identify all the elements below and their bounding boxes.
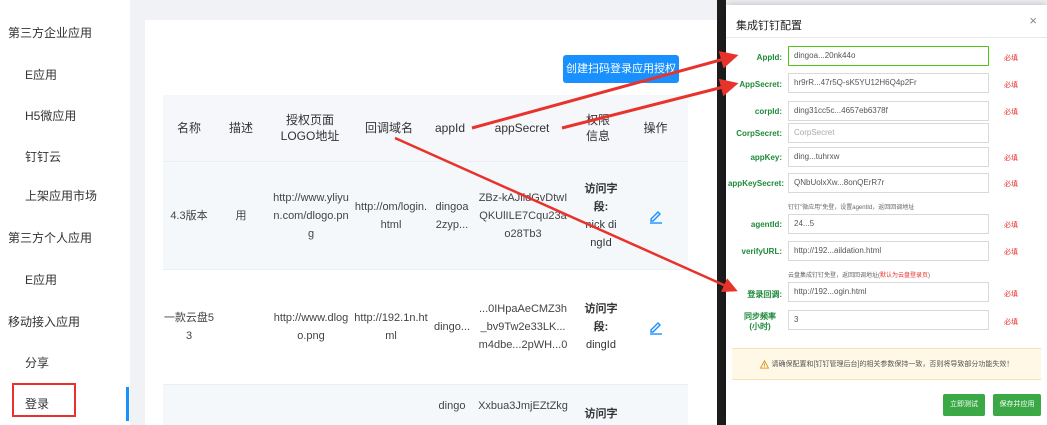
required-mark: 必填 [1004, 109, 1018, 116]
field-label-corpsecret: CorpSecret: [736, 129, 782, 138]
cell-appid: dingo [438, 400, 466, 412]
cell-desc [215, 270, 267, 384]
required-mark: 必填 [1004, 319, 1018, 326]
sidebar-item-app-market[interactable]: 上架应用市场 [0, 178, 130, 214]
cell-permissions: 访问字 [584, 408, 618, 420]
login-callback-field[interactable]: http://192...ogin.html [788, 282, 989, 302]
cell-desc: 用 [235, 209, 247, 222]
column-header-logo: 授权页面LOGO地址 [280, 113, 340, 143]
sidebar-item-share[interactable]: 分享 [0, 345, 130, 381]
sidebar-group-third-party-personal[interactable]: 第三方个人应用 [0, 220, 130, 256]
field-label-appsecret: AppSecret: [739, 80, 782, 89]
column-header-actions: 操作 [643, 121, 668, 135]
column-header-permissions: 权限信息 [585, 113, 610, 143]
appkeysecret-field[interactable]: QNbUolxXw...8onQErR7r [788, 173, 989, 193]
sync-frequency-field[interactable]: 3 [788, 310, 989, 330]
column-header-callback: 回调域名 [364, 121, 413, 135]
cell-appid: dingo... [433, 321, 471, 333]
permission-title: 访问字段: [584, 182, 618, 213]
warning-icon [759, 359, 769, 369]
required-mark: 必填 [1004, 155, 1018, 162]
appkey-field[interactable]: ding...tuhrxw [788, 147, 989, 167]
cell-appsecret: ...0IHpaAeCMZ3h_bv9Tw2e33LK...m4dbe...2p… [478, 303, 568, 351]
sidebar-item-h5-micro-app[interactable]: H5微应用 [0, 98, 130, 134]
hint-suffix: ) [928, 273, 931, 279]
required-mark: 必填 [1004, 291, 1018, 298]
corpid-field[interactable]: ding31cc5c...4657eb6378f [788, 101, 989, 121]
cell-callback: http://om/login.html [354, 200, 428, 231]
app-table: 名称 描述 授权页面LOGO地址 回调域名 appId appSecret 权限… [163, 95, 688, 425]
edit-icon[interactable] [648, 319, 664, 335]
active-item-indicator [126, 387, 129, 421]
table-header: 名称 描述 授权页面LOGO地址 回调域名 appId appSecret 权限… [163, 95, 688, 161]
table-row: 4.3版本 用 http://www.yliyun.com/dlogo.png … [163, 161, 688, 269]
warning-banner: 请确保配置和[钉钉管理后台]的相关参数保持一致，否则将导致部分功能失效！ [732, 348, 1041, 380]
required-mark: 必填 [1004, 222, 1018, 229]
sidebar-item-dingtalk-cloud[interactable]: 钉钉云 [0, 139, 130, 175]
table-row: 一款云盘53 http://www.dlogo.png http://192.1… [163, 269, 688, 384]
warning-text: 请确保配置和[钉钉管理后台]的相关参数保持一致，否则将导致部分功能失效！ [771, 361, 1014, 368]
cell-permissions: 访问字段: dingId [583, 270, 619, 384]
dialog-divider [726, 37, 1047, 38]
create-scan-login-app-button[interactable]: 创建扫码登录应用授权 [563, 55, 679, 83]
field-label-corpid: corpId: [754, 107, 782, 116]
default-login-page-link[interactable]: 默认为云盘登录页 [880, 273, 928, 279]
cell-logo-url: http://www.yliyun.com/dlogo.png [273, 191, 349, 240]
sidebar-item-e-app[interactable]: E应用 [0, 57, 130, 93]
test-now-button[interactable]: 立即测试 [943, 394, 985, 416]
cell-logo-url: http://www.dlogo.png [273, 312, 349, 342]
cell-appid: dingoa2zyp... [435, 200, 469, 231]
cell-appsecret: ZBz-kAJildGvDtwIQKUlILE7Cqu23ao28Tb3 [478, 191, 568, 240]
required-mark: 必填 [1004, 55, 1018, 62]
agentid-hint: 钉钉"微应用"免登，设置agentId，返回回调地址 [788, 205, 915, 211]
field-label-login-callback: 登录回调: [747, 290, 782, 299]
cell-appsecret: Xxbua3JmjEZtZkg [478, 400, 568, 412]
dingtalk-config-dialog: 集成钉钉配置 × AppId: dingoa...20nk44o 必填 AppS… [726, 5, 1047, 425]
field-label-appkeysecret: appKeySecret: [727, 179, 784, 188]
agentid-field[interactable]: 24...5 [788, 214, 989, 234]
hint-prefix: 云盘集成钉钉免登，返回回调地址( [788, 273, 880, 279]
cell-permissions: 访问字段: nick dingId [583, 162, 619, 269]
login-callback-hint: 云盘集成钉钉免登，返回回调地址(默认为云盘登录页) [788, 270, 930, 279]
field-label-sync-frequency: 同步频率(小时) [744, 312, 776, 331]
sidebar: 第三方企业应用 E应用 H5微应用 钉钉云 上架应用市场 第三方个人应用 E应用… [0, 0, 130, 425]
verifyurl-field[interactable]: http://192...aildation.html [788, 241, 989, 261]
column-header-appid: appId [434, 121, 466, 135]
save-and-apply-button[interactable]: 保存并应用 [993, 394, 1041, 416]
column-header-appsecret: appSecret [494, 121, 550, 135]
corpsecret-field[interactable]: CorpSecret [788, 123, 989, 143]
permission-title: 访问字段: [584, 303, 618, 333]
close-icon[interactable]: × [1029, 13, 1037, 28]
edit-icon[interactable] [648, 208, 664, 224]
active-item-highlight [12, 383, 76, 417]
cell-actions [623, 270, 688, 384]
column-header-name: 名称 [176, 121, 201, 135]
main-panel: 创建扫码登录应用授权 名称 描述 授权页面LOGO地址 回调域名 appId a… [145, 20, 717, 425]
column-header-desc: 描述 [228, 121, 253, 135]
background-overlay [717, 0, 726, 425]
sidebar-item-e-app-personal[interactable]: E应用 [0, 262, 130, 298]
field-label-agentid: agentId: [750, 220, 782, 229]
dialog-title: 集成钉钉配置 [736, 20, 802, 32]
field-label-verifyurl: verifyURL: [741, 247, 782, 256]
sidebar-group-mobile-access[interactable]: 移动接入应用 [0, 304, 130, 340]
required-mark: 必填 [1004, 82, 1018, 89]
cell-actions [623, 162, 688, 269]
required-mark: 必填 [1004, 181, 1018, 188]
field-label-appid: AppId: [756, 53, 782, 62]
permission-value: dingId [586, 339, 616, 351]
permission-value: nick dingId [585, 218, 617, 249]
appid-field[interactable]: dingoa...20nk44o [788, 46, 989, 66]
cell-name: 一款云盘53 [163, 312, 215, 342]
sidebar-group-third-party-enterprise[interactable]: 第三方企业应用 [0, 15, 130, 51]
table-row: dingo Xxbua3JmjEZtZkg 访问字 [163, 384, 688, 425]
appsecret-field[interactable]: hr9rR...47r5Q-sK5YU12H6Q4p2Fr [788, 73, 989, 93]
cell-callback: http://192.1n.html [354, 312, 428, 342]
field-label-appkey: appKey: [750, 153, 782, 162]
required-mark: 必填 [1004, 249, 1018, 256]
cell-name: 4.3版本 [170, 209, 208, 222]
